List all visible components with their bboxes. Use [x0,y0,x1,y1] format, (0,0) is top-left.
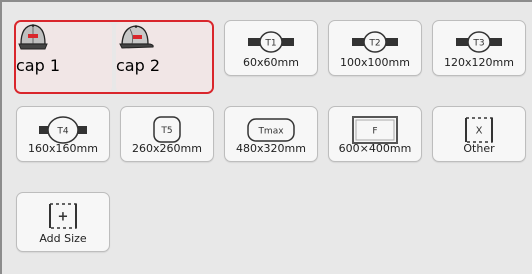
hoop-button-cap-2[interactable]: cap 2 [116,22,212,92]
add-dashed-icon: + [49,203,77,229]
round-hoop-icon: T1 [248,31,294,53]
hoop-label: 120x120mm [444,56,514,69]
round-hoop-icon: T2 [352,31,398,53]
hoop-label: Other [463,142,495,155]
hoop-button-t3[interactable]: T3 120x120mm [432,20,526,76]
dashed-box-icon: X [465,117,493,143]
round-hoop-icon: T4 [39,116,87,144]
hoop-tag: T4 [56,127,68,137]
hoop-tag: F [372,127,377,137]
hoop-tag: T3 [472,39,484,49]
round-hoop-icon: T3 [456,31,502,53]
hoop-label: 100x100mm [340,56,410,69]
hoop-button-t1[interactable]: T1 60x60mm [224,20,318,76]
cap-front-icon [18,24,48,50]
hoop-button-cap-1[interactable]: cap 1 [16,22,112,92]
wide-hoop-icon: Tmax [247,118,295,142]
hoop-label: cap 1 [16,56,61,75]
frame-hoop-icon: F [352,116,398,144]
hoop-button-other[interactable]: X Other [432,106,526,162]
hoop-label: 600×400mm [338,142,412,155]
hoop-selection-panel: cap 1 cap 2 T1 60x60mm T2 100x100mm T3 1… [0,0,532,274]
hoop-label: 480x320mm [236,142,306,155]
hoop-button-t2[interactable]: T2 100x100mm [328,20,422,76]
hoop-button-t4[interactable]: T4 160x160mm [16,106,110,162]
square-hoop-icon: T5 [153,116,181,143]
hoop-tag: X [476,126,483,137]
hoop-button-t5[interactable]: T5 260x260mm [120,106,214,162]
cap-side-icon [119,25,154,49]
hoop-tag: T2 [368,39,380,49]
hoop-label: Add Size [39,232,87,245]
hoop-tag: T1 [264,39,276,49]
hoop-label: cap 2 [116,56,161,75]
hoop-tag: T5 [160,126,172,136]
hoop-label: 260x260mm [132,142,202,155]
hoop-label: 160x160mm [28,142,98,155]
hoop-tag: + [58,210,69,225]
hoop-label: 60x60mm [243,56,299,69]
hoop-button-tmax[interactable]: Tmax 480x320mm [224,106,318,162]
hoop-tag: Tmax [257,127,284,137]
hoop-button-f[interactable]: F 600×400mm [328,106,422,162]
add-size-button[interactable]: + Add Size [16,192,110,252]
